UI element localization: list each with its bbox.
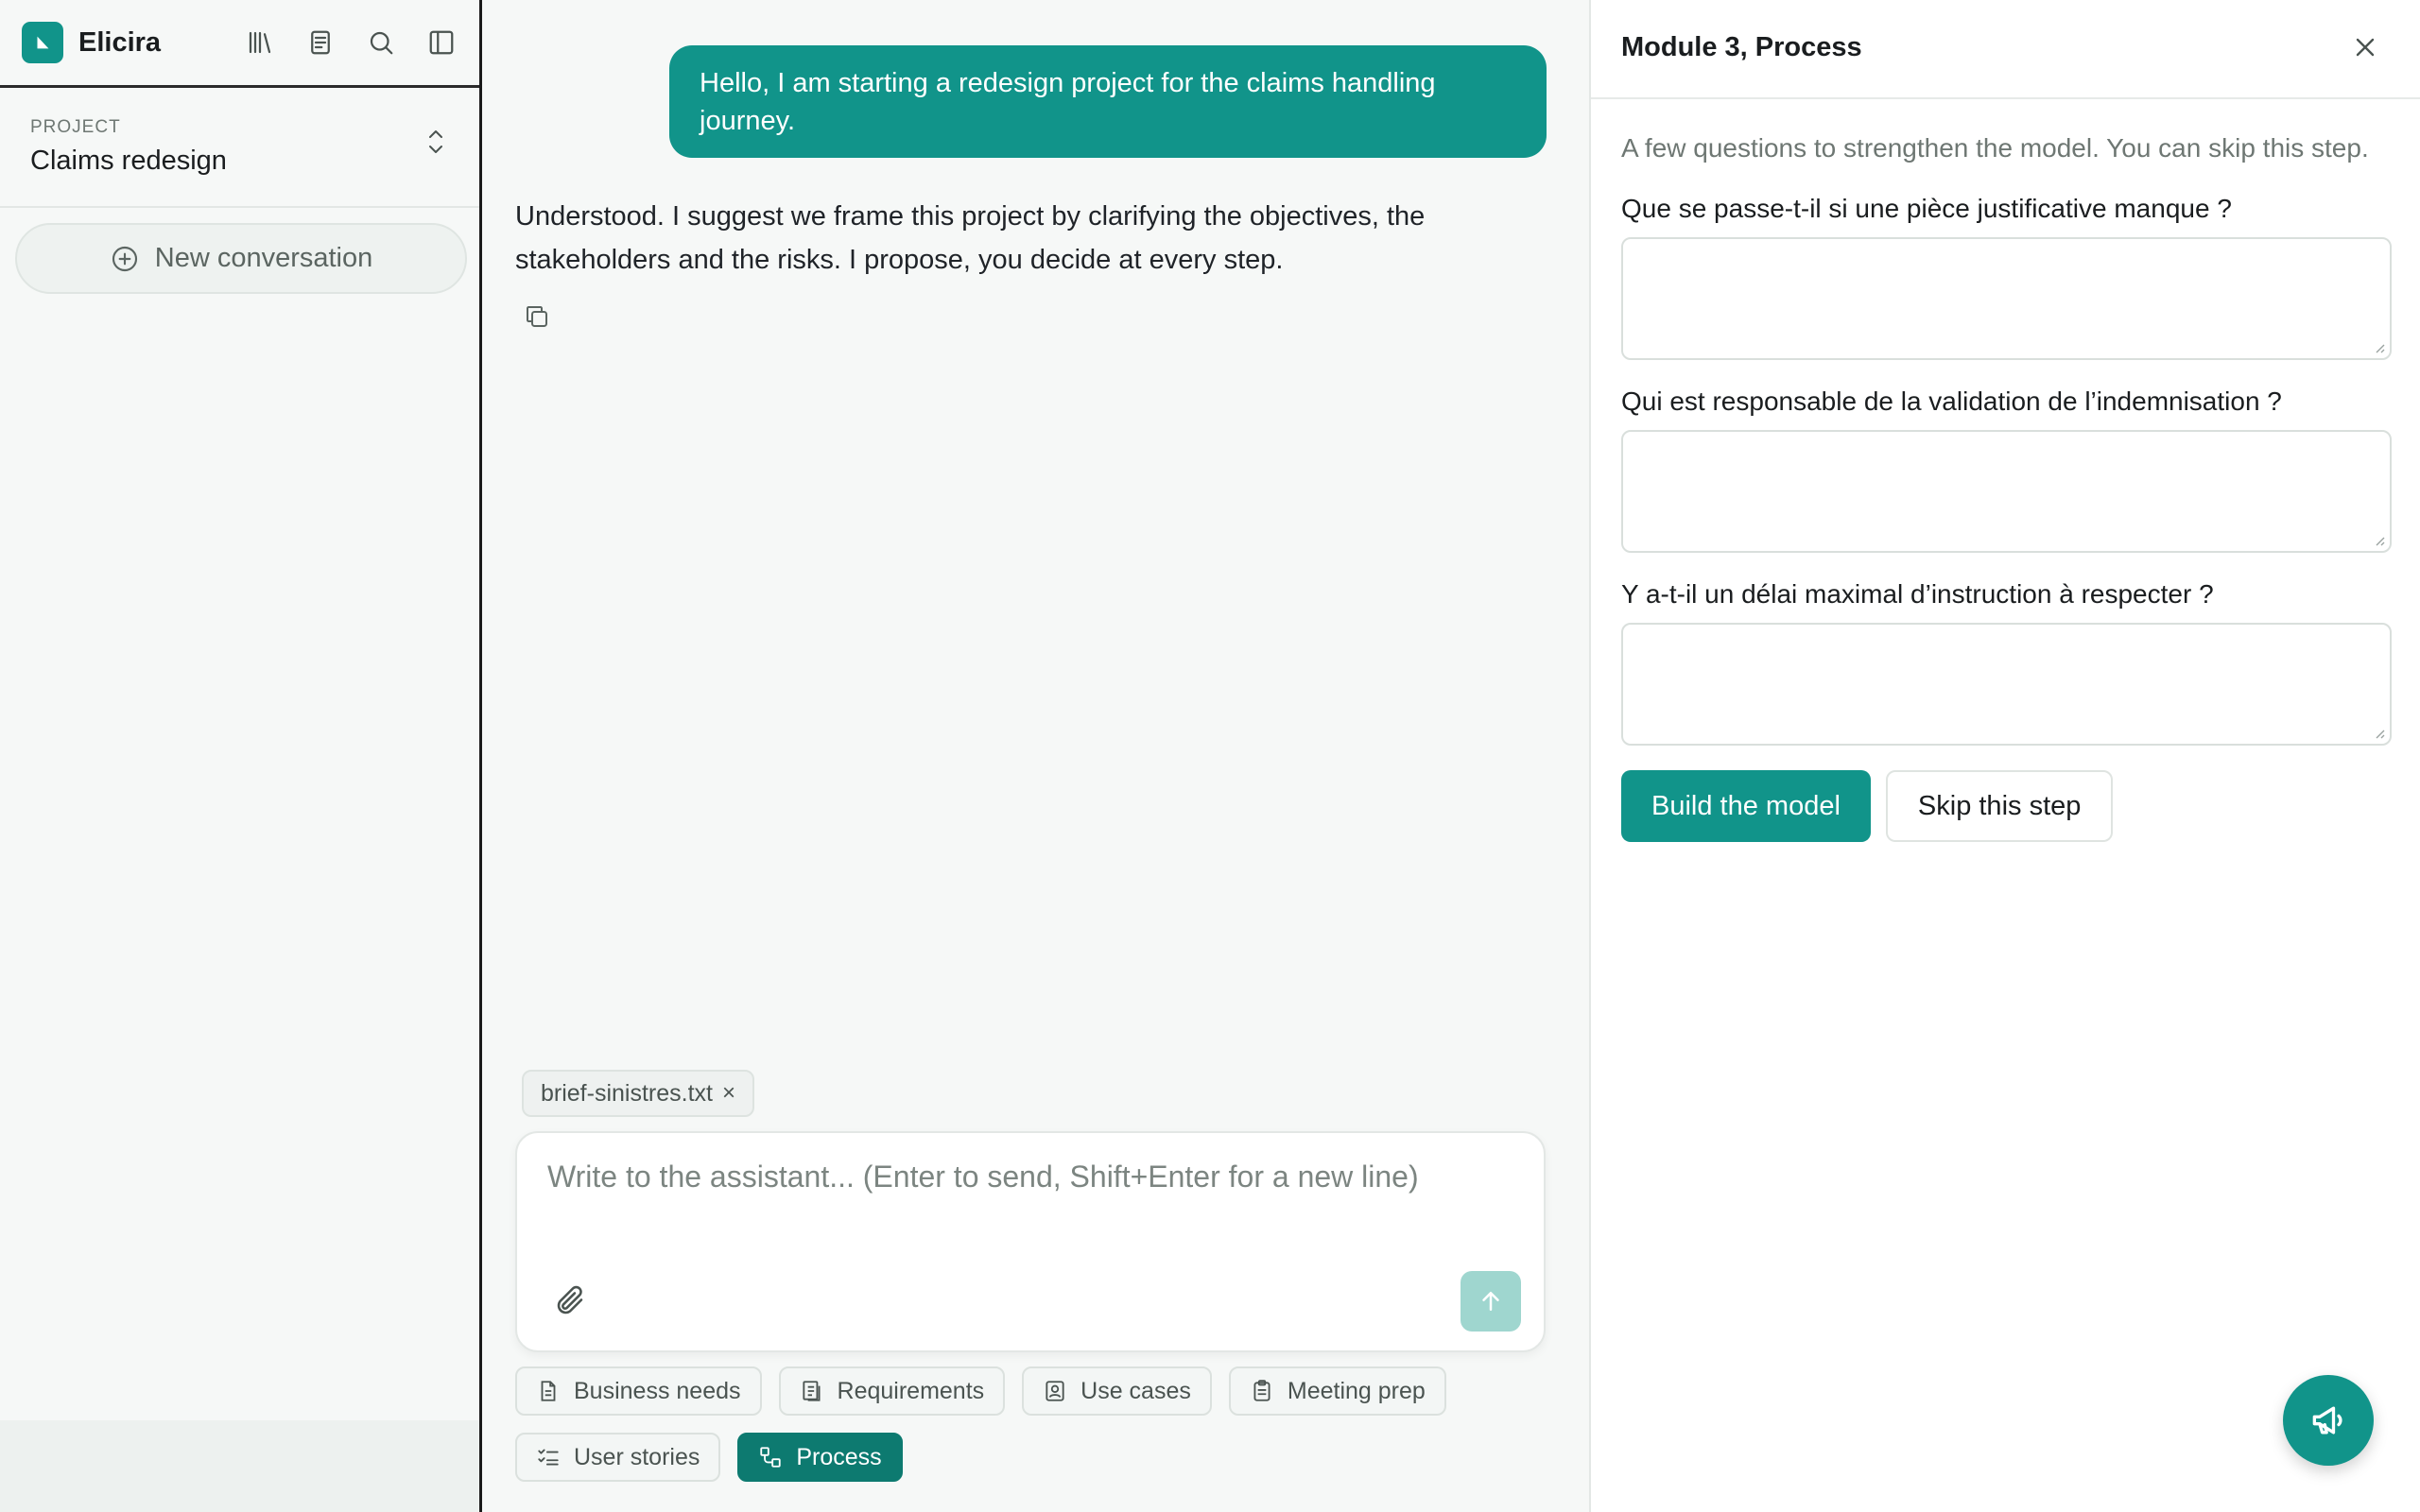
answer-textarea[interactable] (1621, 430, 2392, 553)
project-selector[interactable]: PROJECT Claims redesign (0, 88, 479, 208)
question-label: Y a-t-il un délai maximal d’instruction … (1621, 579, 2214, 609)
sidebar-footer (0, 1420, 479, 1512)
module-chip-label: Use cases (1080, 1377, 1191, 1404)
list-document-icon (802, 1381, 821, 1401)
user-message: Hello, I am starting a redesign project … (669, 45, 1547, 158)
search-icon[interactable] (365, 26, 397, 59)
feedback-button[interactable] (2283, 1375, 2374, 1466)
panel-header: Module 3, Process (1591, 0, 2420, 99)
chat-area: Hello, I am starting a redesign project … (485, 0, 1589, 1512)
message-composer[interactable]: Write to the assistant... (Enter to send… (515, 1131, 1546, 1352)
skip-step-button[interactable]: Skip this step (1885, 770, 2114, 842)
app-logo-icon (22, 22, 63, 63)
resize-handle-icon[interactable] (2371, 725, 2386, 740)
module-panel: Module 3, Process A few questions to str… (1589, 0, 2420, 1512)
sidebar-tools (244, 26, 458, 59)
new-conversation-button[interactable]: New conversation (15, 223, 467, 294)
module-chip-label: Requirements (837, 1377, 985, 1404)
module-chip-label: Meeting prep (1287, 1377, 1426, 1404)
build-model-button[interactable]: Build the model (1621, 770, 1871, 842)
arrow-up-icon (1482, 1292, 1499, 1311)
new-conversation-label: New conversation (154, 243, 373, 273)
module-chip-user-stories[interactable]: User stories (515, 1433, 721, 1482)
sidebar-header: Elicira (0, 0, 479, 88)
app-name: Elicira (78, 26, 162, 58)
panel-title: Module 3, Process (1621, 32, 1862, 62)
module-chip-label: User stories (574, 1443, 700, 1470)
chevron-up-down-icon (429, 130, 442, 153)
attachment-chip: brief-sinistres.txt × (522, 1070, 754, 1117)
app-window: Elicira PROJECT Claims redesign New conv… (0, 0, 2420, 1512)
flow-icon (760, 1447, 782, 1468)
close-icon[interactable] (2350, 32, 2384, 66)
panel-body: A few questions to strengthen the model.… (1591, 99, 2420, 842)
module-chip-business-needs[interactable]: Business needs (515, 1366, 762, 1416)
attachment-name: brief-sinistres.txt (541, 1079, 713, 1107)
send-button[interactable] (1461, 1271, 1521, 1332)
resize-handle-icon[interactable] (2371, 532, 2386, 547)
question-block: Qui est responsable de la validation de … (1621, 387, 2392, 553)
sidebar: Elicira PROJECT Claims redesign New conv… (0, 0, 482, 1512)
megaphone-icon (2312, 1406, 2342, 1435)
sidebar-toggle-icon[interactable] (425, 26, 458, 59)
panel-intro: A few questions to strengthen the model.… (1621, 133, 2369, 163)
module-chip-meeting-prep[interactable]: Meeting prep (1228, 1366, 1446, 1416)
assistant-message: Understood. I suggest we frame this proj… (515, 201, 1426, 275)
module-chip-row: User stories Process (515, 1433, 1555, 1482)
question-block: Que se passe-t-il si une pièce justifica… (1621, 194, 2392, 360)
checklist-icon (538, 1449, 559, 1466)
user-card-icon (1046, 1381, 1064, 1401)
plus-circle-icon (112, 246, 137, 271)
document-icon (541, 1381, 556, 1401)
panel-actions: Build the model Skip this step (1621, 770, 2390, 842)
copy-icon[interactable] (523, 302, 555, 335)
answer-textarea[interactable] (1621, 623, 2392, 746)
document-icon[interactable] (304, 26, 337, 59)
paperclip-icon[interactable] (553, 1284, 591, 1322)
composer-placeholder: Write to the assistant... (Enter to send… (547, 1160, 1419, 1194)
resize-handle-icon[interactable] (2371, 339, 2386, 354)
question-label: Que se passe-t-il si une pièce justifica… (1621, 194, 2232, 223)
question-label: Qui est responsable de la validation de … (1621, 387, 2282, 416)
module-chip-row: Business needs Requirements Use cases Me… (515, 1366, 1555, 1416)
project-name: Claims redesign (30, 146, 227, 176)
library-icon[interactable] (244, 26, 276, 59)
clipboard-icon (1253, 1380, 1270, 1401)
remove-attachment-button[interactable]: × (722, 1080, 735, 1107)
module-chips: Business needs Requirements Use cases Me… (515, 1366, 1555, 1499)
module-chip-label: Business needs (574, 1377, 741, 1404)
module-chip-label: Process (796, 1443, 882, 1470)
answer-textarea[interactable] (1621, 237, 2392, 360)
question-block: Y a-t-il un délai maximal d’instruction … (1621, 579, 2392, 746)
module-chip-use-cases[interactable]: Use cases (1022, 1366, 1212, 1416)
module-chip-requirements[interactable]: Requirements (778, 1366, 1006, 1416)
project-label: PROJECT (30, 117, 121, 137)
module-chip-process[interactable]: Process (737, 1433, 903, 1482)
